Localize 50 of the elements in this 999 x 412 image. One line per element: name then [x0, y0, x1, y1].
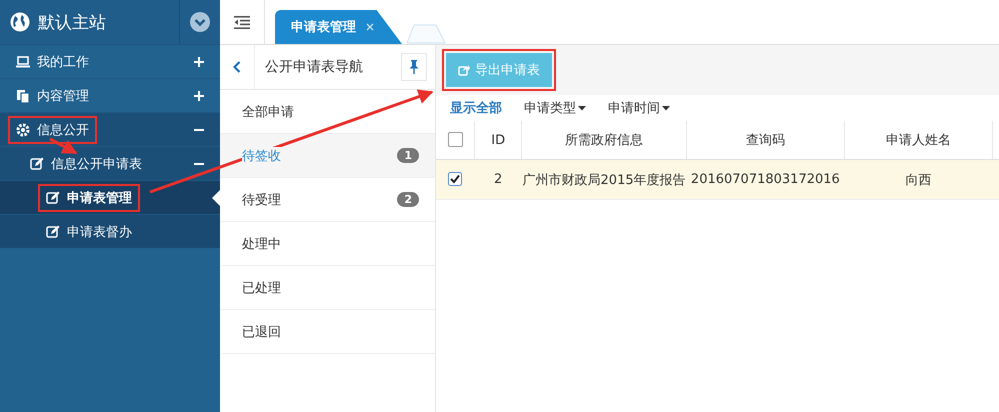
gear-icon	[16, 122, 30, 136]
menu-item[interactable]: 我的工作	[0, 44, 220, 78]
edit-icon	[46, 224, 60, 238]
menu-item[interactable]: 申请表管理	[0, 180, 220, 214]
menu-icon[interactable]	[234, 16, 250, 28]
menu-item[interactable]: 申请表督办	[0, 214, 220, 248]
table-cell: 2	[474, 160, 522, 200]
menu-item[interactable]: 信息公开	[0, 112, 220, 146]
globe-icon	[10, 12, 30, 32]
count-badge: 1	[397, 148, 419, 163]
site-title: 默认主站	[38, 12, 106, 34]
table-cell: 201607071803172016	[686, 160, 844, 200]
menu-label: 申请表管理	[67, 190, 132, 206]
nav-item[interactable]: 待受理 2	[220, 178, 435, 222]
selection-pointer	[212, 190, 220, 206]
edit-icon	[30, 156, 44, 170]
filter-dropdown[interactable]: 申请类型	[524, 99, 586, 117]
nav-item[interactable]: 已退回	[220, 310, 435, 354]
menu-item[interactable]: 信息公开申请表	[0, 146, 220, 180]
table-cell: 向西	[844, 160, 993, 200]
menu-label: 我的工作	[37, 54, 89, 70]
menu-label: 信息公开申请表	[51, 156, 142, 172]
menu-label: 申请表督办	[67, 224, 132, 240]
nav-item[interactable]: 待签收 1	[220, 134, 435, 178]
nav-item[interactable]: 已处理	[220, 266, 435, 310]
count-badge: 2	[397, 192, 419, 207]
filter-dropdown[interactable]: 申请时间	[608, 99, 670, 117]
plus-icon[interactable]	[194, 56, 204, 66]
edit-icon	[46, 190, 60, 204]
caret-icon	[578, 106, 586, 110]
menu-label: 信息公开	[37, 122, 89, 138]
filter-link[interactable]: 显示全部	[450, 99, 502, 117]
row-checkbox[interactable]	[448, 172, 462, 186]
caret-icon	[662, 106, 670, 110]
copy-icon	[16, 88, 30, 102]
nav-item[interactable]: 处理中	[220, 222, 435, 266]
pin-button[interactable]	[401, 53, 427, 81]
menu-label: 内容管理	[37, 88, 89, 104]
plus-icon[interactable]	[194, 90, 204, 100]
select-all-checkbox[interactable]	[448, 132, 463, 148]
share-icon	[458, 64, 470, 76]
annotation-arrow	[49, 138, 78, 154]
close-icon[interactable]	[366, 23, 374, 31]
laptop-icon	[16, 56, 30, 68]
chevron-left-icon[interactable]	[233, 61, 241, 73]
table-cell: 广州市财政局2015年度报告	[522, 160, 687, 200]
chevron-down-icon[interactable]	[190, 12, 210, 32]
tab[interactable]: 申请表管理	[275, 10, 402, 44]
nav-title: 公开申请表导航	[264, 58, 364, 76]
pin-icon	[409, 60, 419, 74]
